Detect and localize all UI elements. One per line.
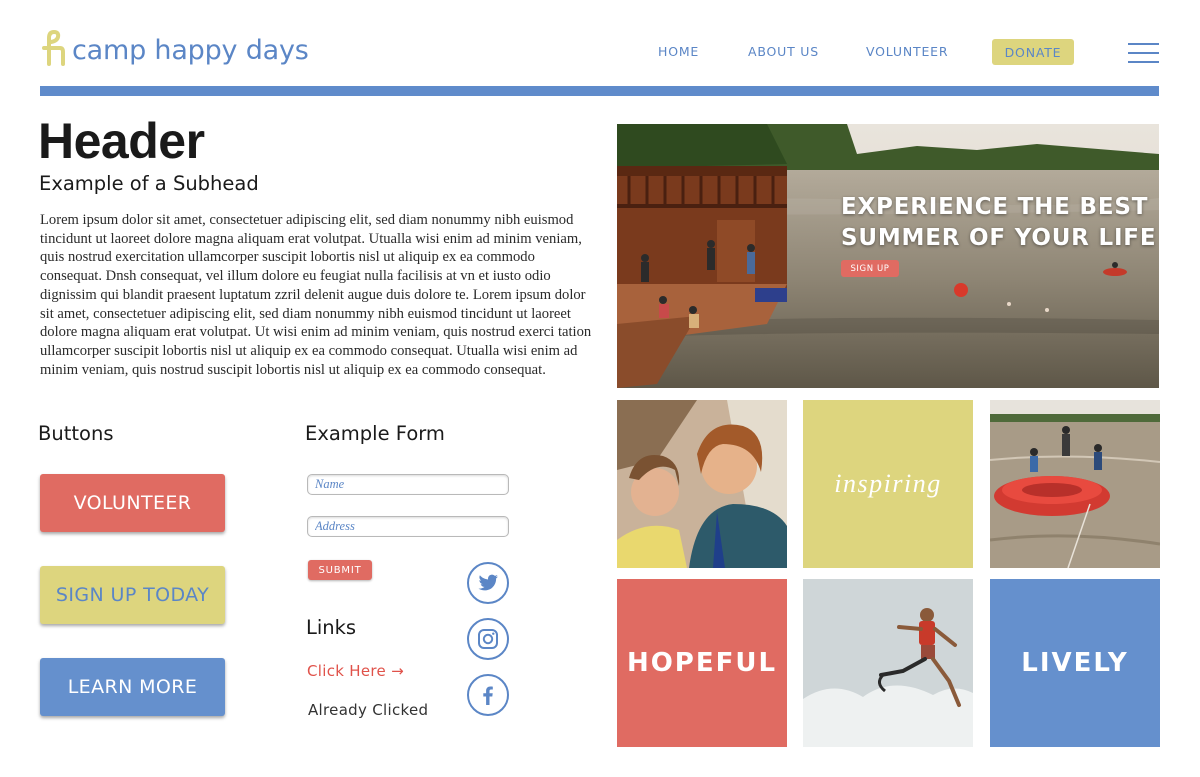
hero-banner: EXPERIENCE THE BEST SUMMER OF YOUR LIFE … [617,124,1159,388]
tile-inspiring: inspiring [803,400,973,568]
already-clicked-link[interactable]: Already Clicked [308,701,428,719]
tile-jump-photo [803,579,973,747]
tile-lively: LIVELY [990,579,1160,747]
volunteer-button[interactable]: VOLUNTEER [40,474,225,532]
twitter-icon[interactable] [467,562,509,604]
tile-hopeful: HOPEFUL [617,579,787,747]
address-field[interactable] [307,516,509,537]
name-field[interactable] [307,474,509,495]
campers-laughing-photo [617,400,787,568]
donate-button[interactable]: DONATE [992,39,1074,65]
nav-volunteer[interactable]: VOLUNTEER [866,44,948,59]
hero-headline-line-2: SUMMER OF YOUR LIFE [841,225,1157,251]
hero-sign-up-button[interactable]: SIGN UP [841,260,899,277]
links-heading: Links [306,616,357,639]
instagram-icon[interactable] [467,618,509,660]
click-here-link[interactable]: Click Here → [307,662,404,680]
nav-home[interactable]: HOME [658,44,699,59]
form-heading: Example Form [305,422,445,445]
submit-button[interactable]: SUBMIT [308,560,372,580]
page-subhead: Example of a Subhead [39,172,259,195]
header-divider [40,86,1159,96]
tile-hopeful-label: HOPEFUL [626,648,778,678]
jumping-camper-photo [803,579,973,747]
hero-headline: EXPERIENCE THE BEST SUMMER OF YOUR LIFE [841,192,1159,254]
learn-more-button[interactable]: LEARN MORE [40,658,225,716]
page-title: Header [38,113,205,169]
main-nav: HOME ABOUT US VOLUNTEER DONATE [0,38,1200,66]
body-paragraph: Lorem ipsum dolor sit amet, consectetuer… [40,212,592,378]
hamburger-menu-icon[interactable] [1128,41,1159,63]
lake-dock-photo [617,124,1159,388]
buttons-heading: Buttons [38,422,114,445]
tubing-on-lake-photo [990,400,1160,568]
facebook-icon[interactable] [467,674,509,716]
hero-headline-line-1: EXPERIENCE THE BEST [841,194,1149,220]
sign-up-today-button[interactable]: SIGN UP TODAY [40,566,225,624]
tile-tube-photo [990,400,1160,568]
tile-lively-label: LIVELY [1021,648,1129,678]
nav-about-us[interactable]: ABOUT US [748,44,819,59]
tile-inspiring-label: inspiring [834,469,942,498]
tile-campers-photo [617,400,787,568]
